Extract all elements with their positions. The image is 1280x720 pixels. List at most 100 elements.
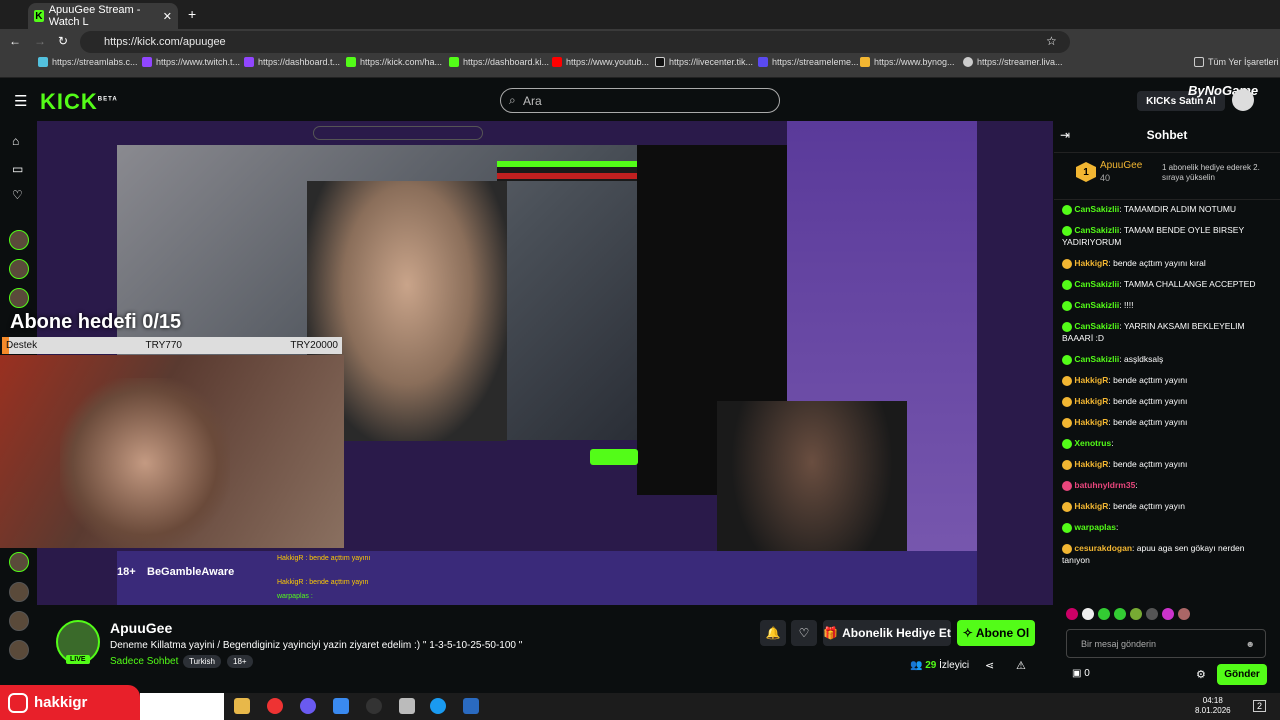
chat-username[interactable]: batuhnyldrm35 (1074, 480, 1135, 490)
bookmark-item[interactable]: https://livecenter.tik... (655, 57, 753, 67)
share-icon[interactable]: ⋖ (985, 659, 994, 672)
emote-icon[interactable] (1098, 608, 1110, 620)
top-gifter-name[interactable]: ApuuGee (1100, 160, 1142, 171)
chat-username[interactable]: HakkigR (1074, 396, 1108, 406)
followed-channel-avatar[interactable] (9, 552, 29, 572)
tag-age[interactable]: 18+ (227, 655, 253, 668)
star-icon[interactable]: ☆ (1046, 34, 1057, 48)
bookmark-item[interactable]: https://www.youtub... (552, 57, 649, 67)
chat-message: CanSakizlii: TAMAM BENDE OYLE BIRSEY YAD… (1062, 224, 1274, 248)
emote-icon[interactable] (1178, 608, 1190, 620)
file-explorer-icon[interactable] (234, 698, 250, 714)
streamer-name[interactable]: ApuuGee (110, 620, 172, 636)
age-badge: 18+ (117, 566, 136, 578)
chat-username[interactable]: CanSakizlii (1074, 204, 1119, 214)
edge-icon[interactable] (430, 698, 446, 714)
bookmark-item[interactable]: https://kick.com/ha... (346, 57, 442, 67)
app-icon[interactable] (463, 698, 479, 714)
chat-username[interactable]: Xenotrus (1074, 438, 1111, 448)
url-field[interactable]: https://kick.com/apuugee (80, 31, 1070, 53)
taskbar-search[interactable] (140, 693, 224, 720)
browser-tab[interactable]: K ApuuGee Stream - Watch L ✕ (28, 3, 178, 29)
goal-mid-label: TRY770 (145, 340, 182, 351)
notification-icon[interactable]: 2 (1253, 700, 1267, 712)
gift-prompt: 1 abonelik hediye ederek 2. sıraya yükse… (1162, 163, 1260, 182)
chat-username[interactable]: CanSakizlii (1074, 279, 1119, 289)
gift-sub-button[interactable]: 🎁 Abonelik Hediye Et (823, 620, 951, 646)
bookmark-item[interactable]: https://www.twitch.t... (142, 57, 240, 67)
recommended-channel-avatar[interactable] (9, 582, 29, 602)
emote-icon[interactable] (1114, 608, 1126, 620)
chat-username[interactable]: HakkigR (1074, 459, 1108, 469)
chrome-icon[interactable] (267, 698, 283, 714)
following-icon[interactable]: ♡ (12, 188, 23, 202)
chat-username[interactable]: CanSakizlii (1074, 225, 1119, 235)
followed-channel-avatar[interactable] (9, 288, 29, 308)
reload-icon[interactable]: ↻ (58, 34, 68, 48)
clock[interactable]: 04:18 8.01.2026 (1195, 696, 1231, 716)
obs-icon[interactable] (366, 698, 382, 714)
emote-icon[interactable] (1146, 608, 1158, 620)
recommended-channel-avatar[interactable] (9, 640, 29, 660)
all-bookmarks[interactable]: Tüm Yer İşaretleri (1194, 57, 1279, 67)
followed-channel-avatar[interactable] (9, 259, 29, 279)
followed-channel-avatar[interactable] (9, 230, 29, 250)
chat-username[interactable]: CanSakizlii (1074, 300, 1119, 310)
home-icon[interactable]: ⌂ (12, 134, 19, 148)
bell-icon[interactable]: 🔔 (760, 620, 786, 646)
chat-input[interactable]: Bir mesaj gönderin ☻ (1066, 629, 1266, 658)
emote-icon[interactable] (1162, 608, 1174, 620)
channel-points[interactable]: ▣ 0 (1072, 668, 1090, 679)
chat-username[interactable]: HakkigR (1074, 417, 1108, 427)
tag-language[interactable]: Turkish (183, 655, 221, 668)
overlay-chat-line: warpaplas : (277, 593, 313, 600)
forward-icon[interactable]: → (34, 34, 46, 48)
goal-right-label: TRY20000 (290, 340, 338, 351)
bookmark-item[interactable]: https://dashboard.ki... (449, 57, 549, 67)
user-badge-icon (1062, 543, 1072, 554)
subscribe-button[interactable]: ✧ Abone Ol (957, 620, 1035, 646)
chat-username[interactable]: CanSakizlii (1074, 354, 1119, 364)
emoji-icon[interactable]: ☻ (1246, 639, 1255, 649)
browse-icon[interactable]: ▭ (12, 162, 23, 176)
user-avatar[interactable] (1232, 89, 1254, 111)
chat-username[interactable]: HakkigR (1074, 258, 1108, 268)
close-icon[interactable]: ✕ (163, 10, 172, 23)
send-button[interactable]: Gönder (1217, 664, 1267, 685)
follow-heart-icon[interactable]: ♡ (791, 620, 817, 646)
discord-icon[interactable] (300, 698, 316, 714)
chat-text: bende açttım yayını kıral (1113, 258, 1206, 268)
recommended-channel-avatar[interactable] (9, 611, 29, 631)
chat-username[interactable]: warpaplas (1074, 522, 1116, 532)
donation-goal-bar: Destek TRY770 TRY20000 (2, 337, 342, 354)
app-icon[interactable] (399, 698, 415, 714)
menu-icon[interactable]: ☰ (14, 92, 27, 110)
streamelements-icon (758, 57, 768, 67)
user-badge-icon (1062, 396, 1072, 407)
copilot-icon[interactable] (333, 698, 349, 714)
back-icon[interactable]: ← (9, 34, 21, 48)
stream-category[interactable]: Sadece Sohbet (110, 656, 178, 667)
chat-username[interactable]: HakkigR (1074, 501, 1108, 511)
search-input[interactable]: ⌕ Ara (500, 88, 780, 113)
emote-icon[interactable] (1082, 608, 1094, 620)
chat-text: asşldksalş (1124, 354, 1164, 364)
emote-icon[interactable] (1130, 608, 1142, 620)
twitch-icon (142, 57, 152, 67)
chat-username[interactable]: cesurakdogan (1074, 543, 1132, 553)
kick-logo[interactable]: KICKBETA (40, 89, 118, 115)
chat-message: CanSakizlii: TAMMA CHALLANGE ACCEPTED (1062, 278, 1274, 290)
bookmark-item[interactable]: https://dashboard.t... (244, 57, 340, 67)
report-icon[interactable]: ⚠ (1016, 659, 1026, 672)
bookmark-item[interactable]: https://streamer.liva... (963, 57, 1063, 67)
bookmark-item[interactable]: https://www.bynog... (860, 57, 955, 67)
new-tab-button[interactable]: + (188, 6, 196, 22)
chat-settings-icon[interactable]: ⚙ (1196, 668, 1206, 681)
kick-favicon-icon: K (34, 10, 44, 22)
bookmark-item[interactable]: https://streameleme... (758, 57, 859, 67)
bookmark-item[interactable]: https://streamlabs.c... (38, 57, 138, 67)
chat-username[interactable]: CanSakizlii (1074, 321, 1119, 331)
chat-username[interactable]: HakkigR (1074, 375, 1108, 385)
inner-gift-subs-capture (590, 449, 638, 465)
emote-icon[interactable] (1066, 608, 1078, 620)
